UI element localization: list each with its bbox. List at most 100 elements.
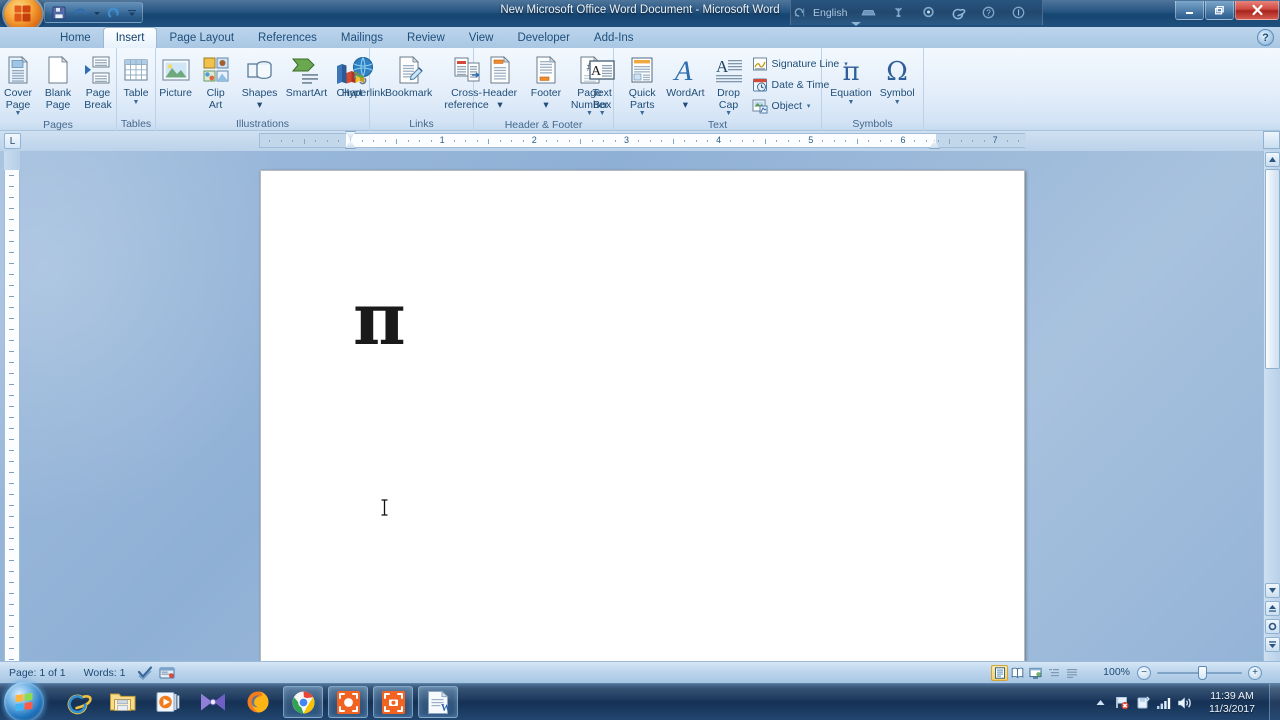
taskbar-windows-explorer[interactable] xyxy=(103,686,143,718)
taskbar-windows-media-player[interactable] xyxy=(148,686,188,718)
options-icon[interactable] xyxy=(1003,0,1033,25)
taskbar-microsoft-word[interactable]: W xyxy=(418,686,458,718)
ribbon-button-equation[interactable]: π Equation ▼ xyxy=(826,51,875,107)
ribbon-button-shapes[interactable]: Shapes ▾ xyxy=(236,51,284,112)
language-bar[interactable]: English ? xyxy=(790,0,1043,26)
show-desktop-button[interactable] xyxy=(1269,684,1280,720)
tab-review[interactable]: Review xyxy=(395,27,457,48)
next-page-button[interactable] xyxy=(1265,637,1280,652)
tab-page-layout[interactable]: Page Layout xyxy=(157,27,246,48)
zoom-slider[interactable]: − + xyxy=(1137,666,1262,680)
chevron-down-icon[interactable]: ▼ xyxy=(639,110,646,117)
volume-icon[interactable] xyxy=(1174,684,1195,720)
clock[interactable]: 11:39 AM 11/3/2017 xyxy=(1195,684,1269,720)
ribbon-button-cover-page[interactable]: Cover Page ▼ xyxy=(0,51,38,118)
chevron-down-icon[interactable]: ▼ xyxy=(894,99,901,106)
customize-qat-icon[interactable] xyxy=(125,4,138,21)
taskbar-firefox[interactable] xyxy=(238,686,278,718)
tab-stop-selector[interactable]: L xyxy=(4,133,21,149)
taskbar-google-chrome[interactable] xyxy=(283,686,323,718)
ruler-tick xyxy=(545,140,547,142)
correction-icon[interactable] xyxy=(883,0,913,25)
page-indicator[interactable]: Page: 1 of 1 xyxy=(0,662,75,684)
chevron-down-icon[interactable]: ▼ xyxy=(848,99,855,106)
scroll-up-button[interactable] xyxy=(1265,152,1280,167)
word-count-indicator[interactable]: Words: 1 xyxy=(75,662,135,684)
chevron-down-icon[interactable]: ▼ xyxy=(725,110,732,117)
taskbar-capture-app[interactable] xyxy=(328,686,368,718)
zoom-thumb[interactable] xyxy=(1198,666,1207,680)
document-page[interactable]: π xyxy=(260,170,1025,661)
scrollbar-thumb[interactable] xyxy=(1265,169,1280,369)
ribbon-button-header[interactable]: Header ▾ xyxy=(476,51,524,112)
outline-view-button[interactable] xyxy=(1045,665,1062,681)
ribbon-button-smartart[interactable]: SmartArt xyxy=(284,51,330,101)
chevron-down-icon[interactable]: ▼ xyxy=(15,110,22,117)
tab-home[interactable]: Home xyxy=(48,27,103,48)
minimize-button[interactable] xyxy=(1175,1,1204,20)
undo-dropdown-icon[interactable] xyxy=(91,4,102,21)
vertical-scrollbar[interactable] xyxy=(1263,151,1280,661)
ribbon-button-wordart[interactable]: A WordArt ▾ xyxy=(662,51,708,112)
removable-media-icon[interactable] xyxy=(1132,684,1153,720)
tab-insert[interactable]: Insert xyxy=(102,27,158,48)
chevron-down-icon[interactable]: ▼ xyxy=(133,99,140,106)
help-icon[interactable]: ? xyxy=(973,0,1003,25)
vertical-ruler[interactable] xyxy=(4,151,20,661)
ribbon-button-page-break[interactable]: Page Break xyxy=(78,51,118,112)
action-center-flag-icon[interactable] xyxy=(1111,684,1132,720)
ribbon-button-text-box[interactable]: A Text Box ▼ xyxy=(582,51,622,118)
ribbon-button-hyperlink[interactable]: Hyperlink xyxy=(342,51,386,101)
print-layout-view-button[interactable] xyxy=(991,665,1008,681)
ie-icon[interactable] xyxy=(943,0,973,25)
tab-view[interactable]: View xyxy=(457,27,506,48)
undo-icon[interactable] xyxy=(70,4,89,21)
ribbon-button-symbol[interactable]: Ω Symbol ▼ xyxy=(876,51,919,107)
vertical-ruler-tick xyxy=(9,395,14,396)
full-screen-reading-view-button[interactable] xyxy=(1009,665,1026,681)
office-button[interactable] xyxy=(4,0,42,27)
save-icon[interactable] xyxy=(49,4,68,21)
taskbar-internet-explorer[interactable] xyxy=(58,686,98,718)
tab-references[interactable]: References xyxy=(246,27,329,48)
show-hidden-icons-arrow[interactable] xyxy=(1090,684,1111,720)
ribbon-button-drop-cap[interactable]: A Drop Cap ▼ xyxy=(709,51,749,118)
ribbon-button-label: Cover Page xyxy=(3,87,32,111)
zoom-out-button[interactable]: − xyxy=(1137,666,1151,680)
ribbon-button-label: SmartArt xyxy=(285,87,328,99)
ribbon-button-blank-page[interactable]: Blank Page xyxy=(38,51,78,112)
start-button[interactable] xyxy=(4,682,44,720)
tab-add-ins[interactable]: Add-Ins xyxy=(582,27,646,48)
tab-developer[interactable]: Developer xyxy=(505,27,581,48)
taskbar-screenshot-app[interactable] xyxy=(373,686,413,718)
proofing-errors-icon[interactable] xyxy=(134,662,156,684)
network-signal-icon[interactable] xyxy=(1153,684,1174,720)
split-window-box[interactable] xyxy=(1263,131,1280,149)
web-layout-view-button[interactable] xyxy=(1027,665,1044,681)
ribbon-button-footer[interactable]: Footer ▾ xyxy=(524,51,568,112)
ribbon-button-table[interactable]: Table ▼ xyxy=(116,51,156,107)
language-bar-restore-icon[interactable] xyxy=(791,0,807,25)
taskbar-movie-maker[interactable] xyxy=(193,686,233,718)
ribbon-button-clip-art[interactable]: Clip Art xyxy=(196,51,236,112)
close-button[interactable] xyxy=(1235,1,1279,20)
scroll-down-button[interactable] xyxy=(1265,583,1280,598)
tab-mailings[interactable]: Mailings xyxy=(329,27,395,48)
select-browse-object-button[interactable] xyxy=(1265,619,1280,634)
zoom-in-button[interactable]: + xyxy=(1248,666,1262,680)
ribbon-button-bookmark[interactable]: Bookmark xyxy=(385,51,432,101)
zoom-level[interactable]: 100% xyxy=(1103,666,1130,678)
redo-icon[interactable] xyxy=(104,4,123,21)
ime-icon[interactable] xyxy=(913,0,943,25)
help-button[interactable]: ? xyxy=(1257,29,1274,46)
chevron-down-icon[interactable]: ▾ xyxy=(807,102,811,110)
previous-page-button[interactable] xyxy=(1265,601,1280,616)
ribbon-button-picture[interactable]: Picture xyxy=(156,51,196,101)
language-bar-language[interactable]: English xyxy=(807,0,853,25)
draft-view-button[interactable] xyxy=(1063,665,1080,681)
ribbon-button-quick-parts[interactable]: Quick Parts ▼ xyxy=(622,51,662,118)
restore-button[interactable] xyxy=(1205,1,1234,20)
horizontal-ruler[interactable]: 1 2 3 4 5 6 7 xyxy=(259,133,1026,148)
chevron-down-icon[interactable]: ▼ xyxy=(599,110,606,117)
language-icon[interactable] xyxy=(156,662,178,684)
